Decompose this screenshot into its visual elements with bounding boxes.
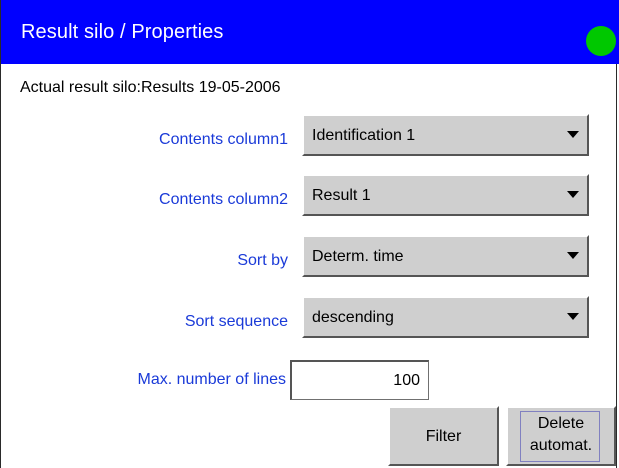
max-lines-input[interactable]: 100 bbox=[290, 360, 429, 400]
sort-by-select[interactable]: Determ. time bbox=[302, 235, 589, 277]
contents-column2-value: Result 1 bbox=[312, 187, 371, 204]
sort-by-label: Sort by bbox=[237, 252, 288, 269]
delete-automat-label-line1: Delete bbox=[537, 415, 585, 432]
chevron-down-icon bbox=[567, 313, 579, 320]
sort-sequence-label: Sort sequence bbox=[184, 313, 288, 330]
window-title: Result silo / Properties bbox=[21, 21, 224, 43]
chevron-down-icon bbox=[567, 131, 579, 138]
chevron-down-icon bbox=[567, 252, 579, 259]
sort-sequence-select[interactable]: descending bbox=[302, 296, 589, 338]
contents-column1-value: Identification 1 bbox=[312, 127, 416, 144]
max-lines-label: Max. number of lines bbox=[137, 371, 286, 388]
status-indicator-icon bbox=[586, 26, 616, 56]
contents-column1-select[interactable]: Identification 1 bbox=[302, 114, 589, 156]
filter-button-label: Filter bbox=[425, 428, 462, 445]
filter-button[interactable]: Filter bbox=[388, 406, 499, 466]
window-frame: Result silo / Properties Actual result s… bbox=[0, 0, 619, 468]
actual-result-silo-text: Actual result silo:Results 19-05-2006 bbox=[20, 79, 281, 96]
title-bar: Result silo / Properties bbox=[1, 0, 619, 64]
contents-column2-label: Contents column2 bbox=[159, 191, 288, 208]
sort-by-value: Determ. time bbox=[312, 248, 404, 265]
delete-automat-button[interactable]: Delete automat. bbox=[506, 406, 616, 466]
delete-automat-label-line2: automat. bbox=[529, 437, 593, 454]
contents-column2-select[interactable]: Result 1 bbox=[302, 174, 589, 216]
contents-column1-label: Contents column1 bbox=[159, 131, 288, 148]
sort-sequence-value: descending bbox=[312, 309, 394, 326]
chevron-down-icon bbox=[567, 191, 579, 198]
